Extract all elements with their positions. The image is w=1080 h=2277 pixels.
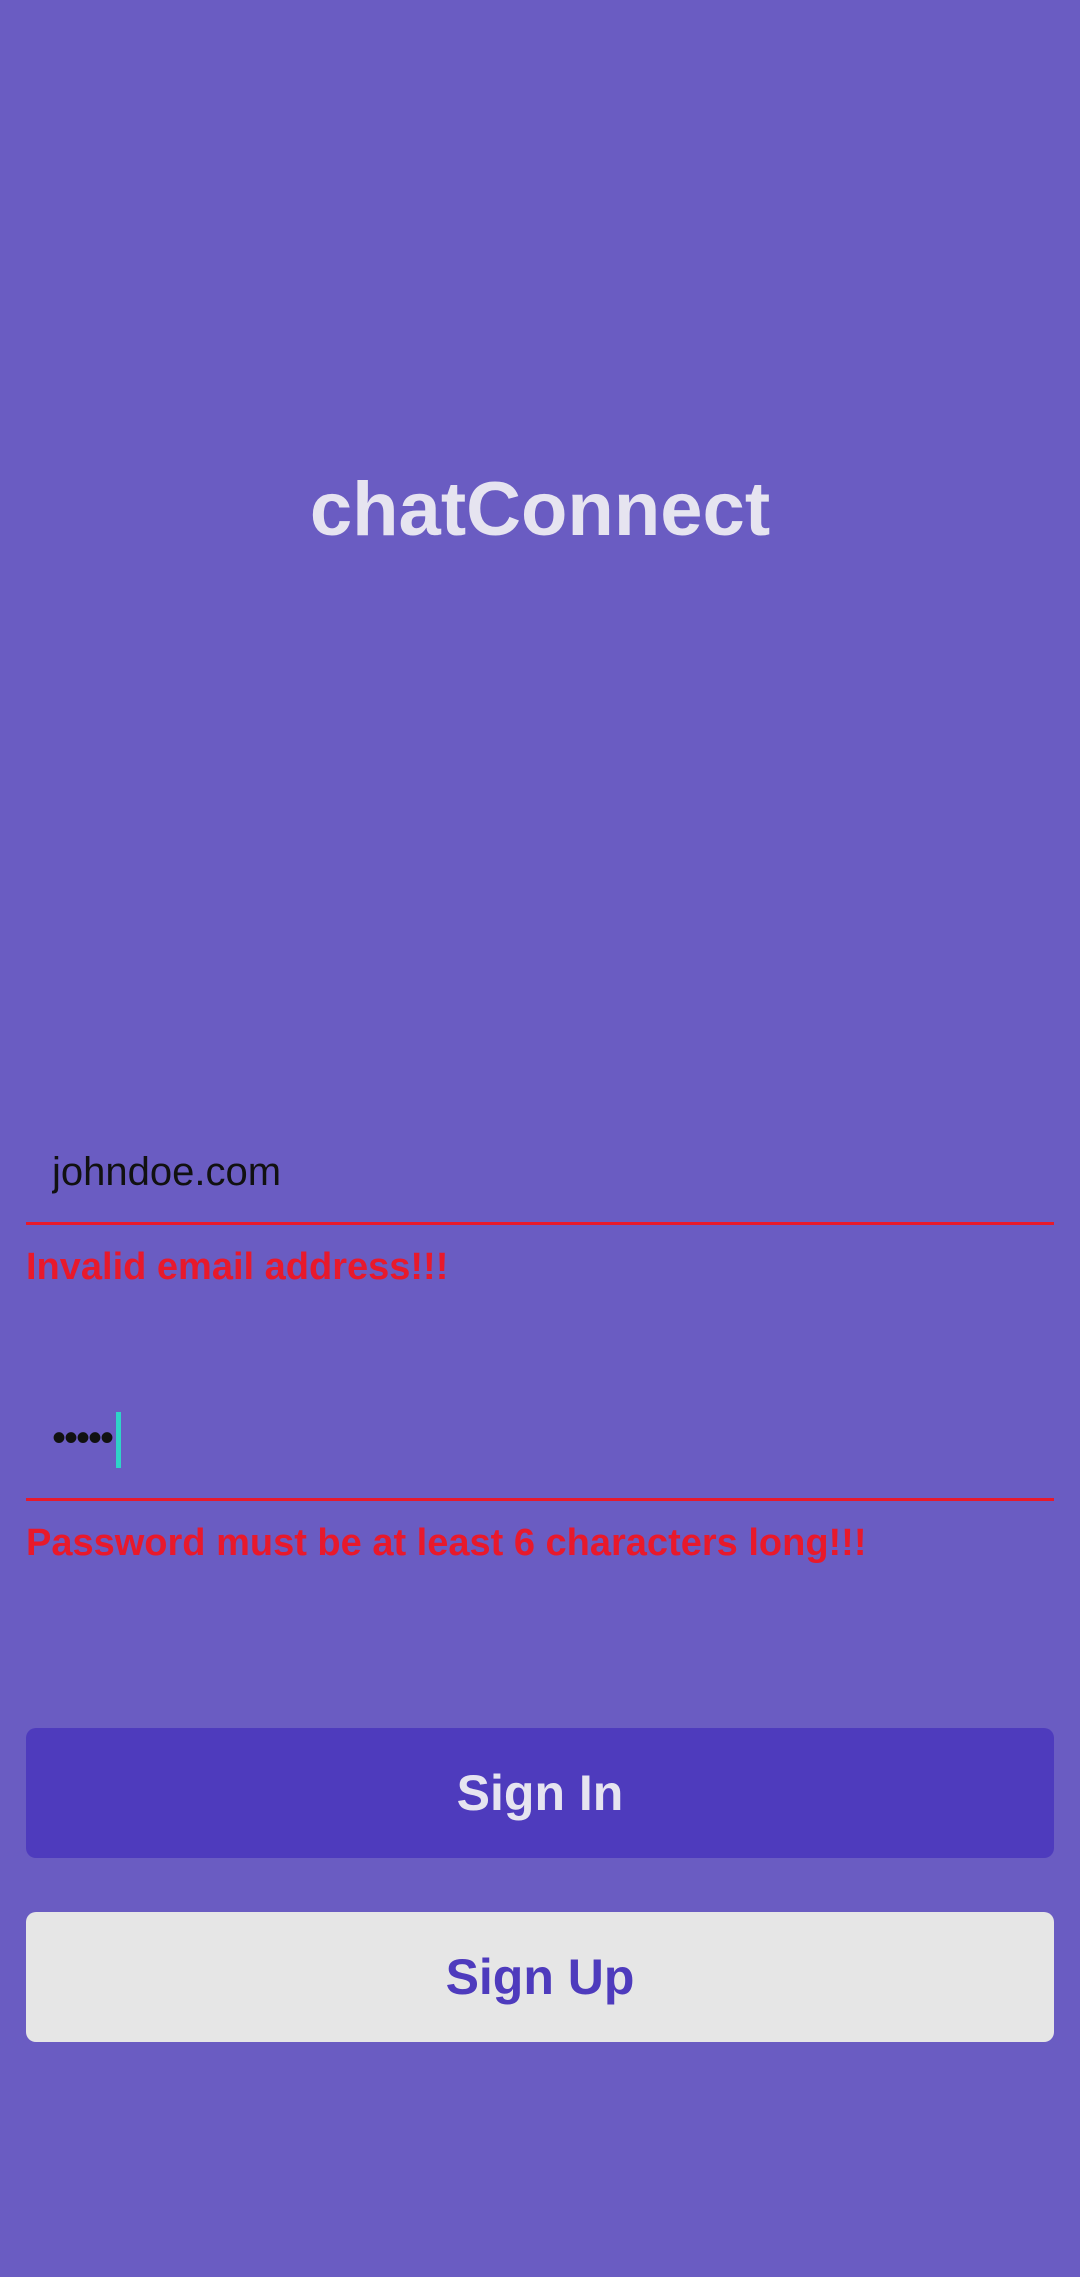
email-error-message: Invalid email address!!! xyxy=(26,1246,449,1288)
password-input[interactable]: ••••• xyxy=(52,1406,121,1470)
password-field[interactable]: ••••• xyxy=(26,1392,1054,1501)
email-field[interactable] xyxy=(26,1122,1054,1225)
sign-up-button[interactable]: Sign Up xyxy=(26,1912,1054,2042)
email-input[interactable] xyxy=(26,1122,1054,1222)
sign-in-button[interactable]: Sign In xyxy=(26,1728,1054,1858)
app-title: chatConnect xyxy=(309,467,771,552)
password-error-message: Password must be at least 6 characters l… xyxy=(26,1522,867,1564)
